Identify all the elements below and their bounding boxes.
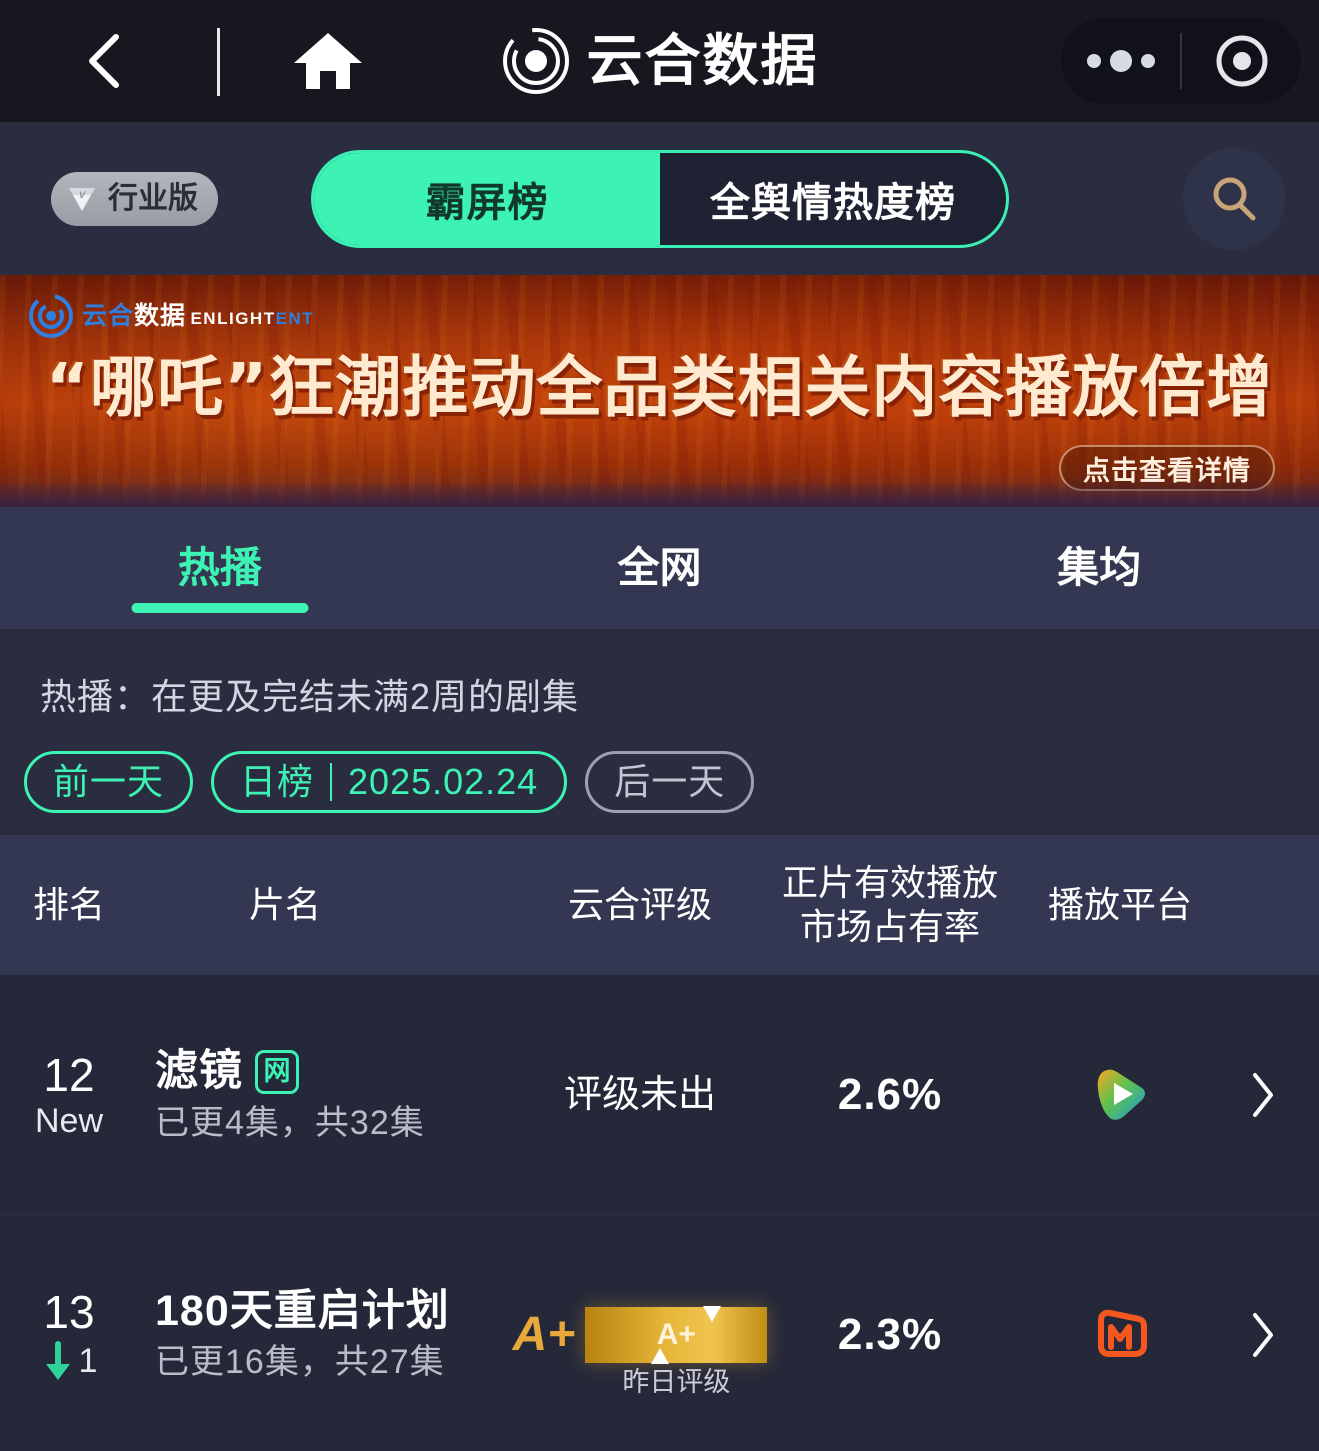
rank-number: 12	[43, 1048, 95, 1101]
column-header-rank: 排名	[32, 884, 105, 926]
tab-jijun[interactable]: 集均	[879, 507, 1319, 629]
column-header-market-share-line1: 正片有效播放	[781, 862, 998, 904]
cell-platform	[1010, 975, 1230, 1214]
tab-rebo[interactable]: 热播	[0, 507, 440, 629]
prev-day-button[interactable]: 前一天	[24, 751, 194, 813]
navigation-bar: 云合数据	[0, 0, 1319, 122]
row-detail-button[interactable]	[1233, 975, 1293, 1214]
episode-info: 已更16集，共27集	[155, 1343, 445, 1381]
title-line: 180天重启计划	[155, 1290, 450, 1333]
tab-quanwang-label: 全网	[617, 544, 702, 591]
cell-market-share: 2.3%	[780, 1215, 1000, 1451]
market-share-value: 2.6%	[837, 1069, 943, 1119]
show-title: 滤镜	[155, 1047, 243, 1095]
tab-bapingbang-label: 霸屏榜	[425, 180, 549, 225]
more-dots-icon[interactable]	[1061, 50, 1180, 72]
sub-navigation-bar: V 行业版 霸屏榜 全舆情热度榜	[0, 122, 1319, 275]
table-header: 排名 片名 云合评级 正片有效播放 市场占有率 播放平台	[0, 835, 1319, 975]
svg-text:V: V	[79, 190, 86, 200]
cell-market-share: 2.6%	[780, 975, 1000, 1214]
show-title: 180天重启计划	[155, 1287, 450, 1335]
enlightent-logo-icon	[28, 293, 74, 339]
grade-bar: A+	[585, 1305, 768, 1364]
table-row[interactable]: 12 New 滤镜 网 已更4集，共32集 评级未出 2.6%	[0, 975, 1319, 1215]
mango-tv-icon	[1089, 1304, 1151, 1366]
title-line: 滤镜 网	[155, 1047, 299, 1095]
date-navigation: 前一天 日榜 2025.02.24 后一天	[24, 751, 755, 813]
episode-info: 已更4集，共32集	[155, 1103, 425, 1142]
tencent-video-icon	[1089, 1064, 1151, 1126]
pill-divider	[330, 763, 333, 801]
cell-grade: A+ A+ 昨日评级	[460, 1215, 820, 1451]
tab-quanyuqing-redubang-label: 全舆情热度榜	[710, 180, 956, 225]
tab-jijun-label: 集均	[1057, 544, 1142, 591]
prev-day-label: 前一天	[53, 761, 165, 802]
target-circle-icon[interactable]	[1182, 33, 1301, 89]
chevron-right-icon	[1250, 1071, 1276, 1119]
miniprogram-capsule	[1061, 18, 1301, 104]
rank-status-new: New	[34, 1101, 104, 1140]
arrow-down-icon	[41, 1340, 75, 1381]
banner-bottom-fade	[0, 481, 1319, 507]
date-selector-button[interactable]: 日榜 2025.02.24	[211, 751, 568, 813]
home-button[interactable]	[292, 29, 364, 93]
cell-rank: 13 1	[10, 1215, 128, 1451]
row-detail-button[interactable]	[1233, 1215, 1293, 1451]
enlightent-ring-logo-icon	[501, 26, 571, 96]
banner-logo-en-white: ENLIGHT	[190, 308, 276, 328]
filter-section: 热播：在更及完结未满2周的剧集 前一天 日榜 2025.02.24 后一天	[0, 629, 1319, 835]
nav-divider	[217, 28, 220, 96]
column-header-grade: 云合评级	[567, 884, 712, 926]
grade-bar-label: A+	[656, 1317, 696, 1351]
tab-quanwang[interactable]: 全网	[440, 507, 880, 629]
chevron-left-icon	[82, 32, 128, 90]
ranking-type-segmented-control: 霸屏榜 全舆情热度榜	[311, 149, 1009, 248]
banner-logo: 云合数据 ENLIGHTENT	[28, 293, 314, 339]
column-header-market-share-line2: 市场占有率	[799, 906, 980, 947]
metric-tabs: 热播 全网 集均	[0, 507, 1319, 629]
cell-rank: 12 New	[10, 975, 128, 1214]
tab-quanyuqing-redubang[interactable]: 全舆情热度榜	[660, 153, 1006, 245]
grade-text: 评级未出	[563, 1073, 716, 1116]
column-header-platform: 播放平台	[1047, 884, 1192, 926]
rank-number: 13	[43, 1285, 95, 1338]
grade-prefix-label: A+	[512, 1307, 576, 1361]
next-day-label: 后一天	[614, 761, 726, 802]
app-root: 云合数据 V 行业版 霸屏榜 全舆情热度榜 云合数据 ENLIGHTENT “哪…	[0, 0, 1319, 1451]
tab-active-underline	[131, 603, 309, 613]
industry-edition-label: 行业版	[108, 181, 198, 215]
web-exclusive-badge: 网	[255, 1049, 299, 1094]
gem-icon: V	[65, 184, 99, 214]
promo-banner[interactable]: 云合数据 ENLIGHTENT “哪吒”狂潮推动全品类相关内容播放倍增 点击查看…	[0, 275, 1319, 507]
column-header-title: 片名	[248, 884, 321, 926]
banner-headline: “哪吒”狂潮推动全品类相关内容播放倍增	[45, 349, 1274, 426]
table-row[interactable]: G02417507 13 1 180天重启计划 已更16集，共27集 A+ A+	[0, 1215, 1319, 1451]
back-button[interactable]	[82, 32, 128, 90]
rank-change-value: 1	[78, 1341, 98, 1380]
tab-rebo-label: 热播	[177, 544, 262, 591]
banner-logo-en-blue: ENT	[275, 308, 315, 328]
cell-grade: 评级未出	[460, 975, 820, 1214]
nav-title-text: 云合数据	[586, 29, 819, 92]
filter-description: 热播：在更及完结未满2周的剧集	[40, 676, 580, 717]
grade-badge: A+ A+ 昨日评级	[460, 1305, 820, 1395]
grade-caption: 昨日评级	[622, 1366, 731, 1397]
cell-platform	[1010, 1215, 1230, 1451]
grade-bar-wrapper: A+ 昨日评级	[585, 1305, 768, 1395]
banner-logo-en: ENLIGHTENT	[190, 309, 314, 328]
next-day-button[interactable]: 后一天	[585, 751, 755, 813]
column-header-market-share: 正片有效播放 市场占有率	[780, 835, 1000, 975]
search-icon	[1206, 171, 1262, 227]
tab-bapingbang[interactable]: 霸屏榜	[314, 152, 660, 245]
market-share-value: 2.3%	[837, 1309, 943, 1359]
rank-type-label: 日榜	[240, 761, 315, 802]
banner-logo-cn: 云合数据	[82, 301, 187, 330]
chevron-right-icon	[1250, 1311, 1276, 1359]
selected-date-label: 2025.02.24	[348, 761, 539, 802]
home-icon	[292, 29, 364, 93]
rank-change-indicator: 1	[41, 1340, 98, 1381]
search-button[interactable]	[1183, 147, 1285, 250]
industry-edition-badge[interactable]: V 行业版	[51, 171, 218, 226]
